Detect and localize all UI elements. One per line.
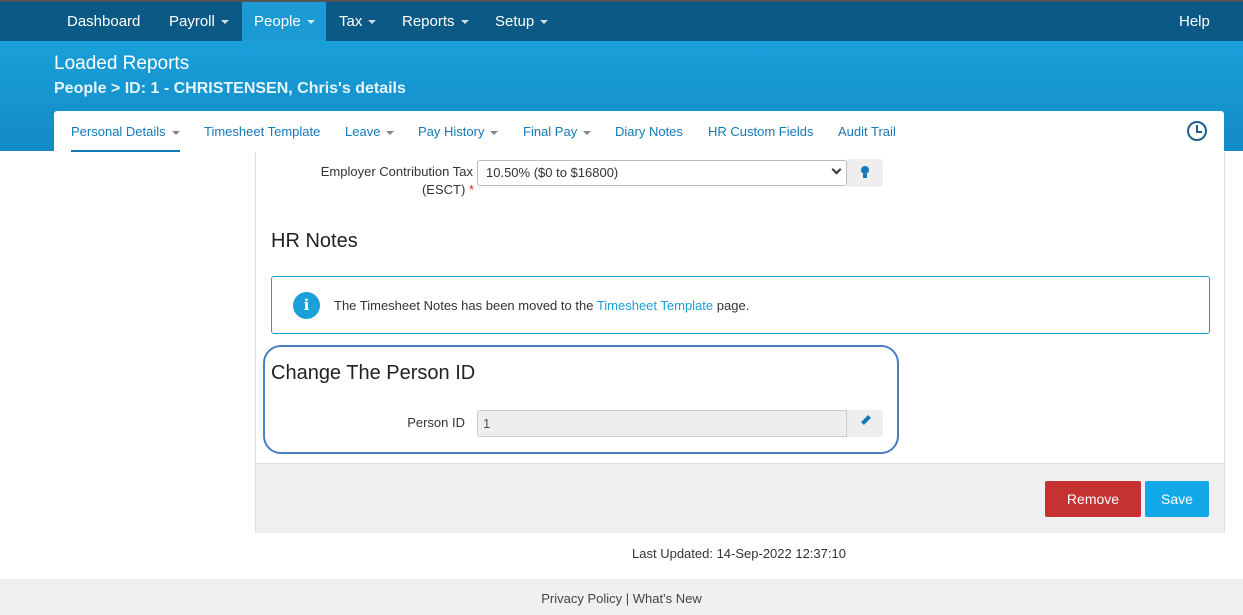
required-mark: * xyxy=(468,182,474,197)
caret-down-icon xyxy=(171,130,180,135)
chevron-down-icon xyxy=(831,164,842,175)
info-icon: i xyxy=(293,292,320,319)
caret-down-icon xyxy=(386,130,395,135)
caret-down-icon xyxy=(460,20,469,25)
caret-down-icon xyxy=(540,20,549,25)
remove-button[interactable]: Remove xyxy=(1045,481,1141,517)
breadcrumb: People > ID: 1 - CHRISTENSEN, Chris's de… xyxy=(54,80,406,97)
tab-audit-trail-label: Audit Trail xyxy=(838,124,896,139)
tab-audit-trail[interactable]: Audit Trail xyxy=(838,111,896,152)
info-suffix: page. xyxy=(713,298,750,313)
hr-notes-heading: HR Notes xyxy=(271,230,358,252)
tab-hr-custom-fields-label: HR Custom Fields xyxy=(708,124,814,139)
tab-timesheet-template-label: Timesheet Template xyxy=(204,124,321,139)
nav-help-label: Help xyxy=(1179,13,1210,30)
nav-setup[interactable]: Setup xyxy=(483,2,560,41)
caret-down-icon xyxy=(220,20,229,25)
details-panel: Employer Contribution Tax (ESCT) * 10.50… xyxy=(255,152,1225,533)
whats-new-link[interactable]: What's New xyxy=(633,591,702,606)
history-clock-icon[interactable] xyxy=(1187,121,1207,141)
tab-leave-label: Leave xyxy=(345,124,381,139)
last-updated: Last Updated: 14-Sep-2022 12:37:10 xyxy=(632,546,846,561)
top-nav: Dashboard Payroll People Tax Reports Set… xyxy=(0,0,1243,41)
person-id-label: Person ID xyxy=(407,415,465,430)
tab-hr-custom-fields[interactable]: HR Custom Fields xyxy=(708,111,813,152)
tab-final-pay[interactable]: Final Pay xyxy=(523,111,592,152)
info-alert: i The Timesheet Notes has been moved to … xyxy=(271,276,1210,334)
save-button[interactable]: Save xyxy=(1145,481,1209,517)
nav-tax[interactable]: Tax xyxy=(327,2,388,41)
caret-down-icon xyxy=(368,20,377,25)
page-title: Loaded Reports xyxy=(54,53,190,74)
nav-tax-label: Tax xyxy=(339,13,363,30)
info-message: The Timesheet Notes has been moved to th… xyxy=(334,298,749,313)
nav-reports-label: Reports xyxy=(402,13,455,30)
tab-pay-history-label: Pay History xyxy=(418,124,485,139)
pencil-icon xyxy=(861,415,871,425)
change-person-id-heading: Change The Person ID xyxy=(271,362,476,384)
nav-setup-label: Setup xyxy=(495,13,535,30)
edit-person-id-button[interactable] xyxy=(847,410,883,437)
nav-payroll-label: Payroll xyxy=(169,13,215,30)
tab-leave[interactable]: Leave xyxy=(345,111,395,152)
info-prefix: The Timesheet Notes has been moved to th… xyxy=(334,298,597,313)
caret-down-icon xyxy=(306,20,315,25)
tab-pay-history[interactable]: Pay History xyxy=(418,111,499,152)
esct-label-line1: Employer Contribution Tax xyxy=(320,164,473,179)
esct-label-line2: (ESCT) xyxy=(421,182,466,197)
nav-payroll[interactable]: Payroll xyxy=(157,2,241,41)
privacy-policy-link[interactable]: Privacy Policy xyxy=(541,591,622,606)
person-tabs: Personal Details Timesheet Template Leav… xyxy=(54,111,1224,152)
caret-down-icon xyxy=(583,130,592,135)
person-id-input[interactable]: 1 xyxy=(477,410,847,437)
esct-label: Employer Contribution Tax (ESCT) * xyxy=(296,163,474,199)
nav-people-label: People xyxy=(254,13,301,30)
tab-timesheet-template[interactable]: Timesheet Template xyxy=(204,111,320,152)
nav-people[interactable]: People xyxy=(242,2,326,41)
esct-select-value: 10.50% ($0 to $16800) xyxy=(486,165,619,180)
esct-help-button[interactable] xyxy=(847,159,883,187)
footer-separator: | xyxy=(622,591,633,606)
tab-diary-notes-label: Diary Notes xyxy=(615,124,683,139)
nav-dashboard[interactable]: Dashboard xyxy=(55,2,152,41)
esct-select[interactable]: 10.50% ($0 to $16800) xyxy=(477,160,847,186)
nav-dashboard-label: Dashboard xyxy=(67,13,141,30)
nav-reports[interactable]: Reports xyxy=(390,2,481,41)
caret-down-icon xyxy=(490,130,499,135)
lightbulb-icon xyxy=(861,166,869,178)
tab-final-pay-label: Final Pay xyxy=(523,124,578,139)
nav-help[interactable]: Help xyxy=(1167,2,1222,41)
tab-personal-details[interactable]: Personal Details xyxy=(71,111,180,152)
page-footer: Privacy Policy | What's New xyxy=(0,579,1243,615)
tab-personal-details-label: Personal Details xyxy=(71,124,166,139)
timesheet-template-link[interactable]: Timesheet Template xyxy=(597,298,713,313)
action-bar: Remove Save xyxy=(256,463,1224,533)
tab-diary-notes[interactable]: Diary Notes xyxy=(615,111,683,152)
